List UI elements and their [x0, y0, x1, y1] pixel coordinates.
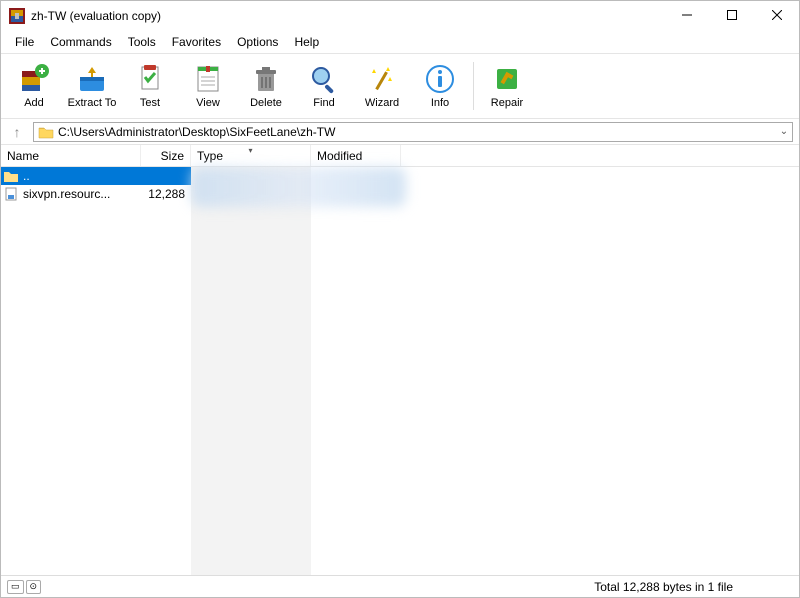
- repair-icon: [491, 63, 523, 95]
- list-header: Name Size ▾Type Modified: [1, 145, 799, 167]
- column-size[interactable]: Size: [141, 145, 191, 166]
- info-button[interactable]: Info: [411, 57, 469, 115]
- column-type[interactable]: ▾Type: [191, 145, 311, 166]
- wizard-icon: [366, 63, 398, 95]
- extract-button[interactable]: Extract To: [63, 57, 121, 115]
- pathbar: ↑ ⌄: [1, 119, 799, 145]
- menu-options[interactable]: Options: [229, 33, 286, 51]
- add-icon: [18, 63, 50, 95]
- status-disk-icon[interactable]: ▭: [7, 580, 24, 594]
- minimize-button[interactable]: [664, 1, 709, 29]
- toolbar-separator: [473, 62, 474, 110]
- file-size: 12,288: [141, 187, 191, 201]
- view-icon: [192, 63, 224, 95]
- toolbar: Add Extract To Test View Delete Find Wiz…: [1, 53, 799, 119]
- extract-icon: [76, 63, 108, 95]
- sort-indicator-icon: ▾: [248, 146, 252, 155]
- app-icon: [9, 8, 25, 24]
- statusbar: ▭ ⊙ Total 12,288 bytes in 1 file: [1, 575, 799, 597]
- maximize-button[interactable]: [709, 1, 754, 29]
- blurred-region: [191, 167, 406, 207]
- file-list[interactable]: .. sixvpn.resourc... 12,288: [1, 167, 799, 575]
- file-name: ..: [23, 169, 141, 183]
- info-icon: [424, 63, 456, 95]
- window-controls: [664, 1, 799, 31]
- add-button[interactable]: Add: [5, 57, 63, 115]
- menu-help[interactable]: Help: [286, 33, 327, 51]
- titlebar: zh-TW (evaluation copy): [1, 1, 799, 31]
- list-item-parent[interactable]: ..: [1, 167, 191, 185]
- column-modified[interactable]: Modified: [311, 145, 401, 166]
- test-button[interactable]: Test: [121, 57, 179, 115]
- menu-file[interactable]: File: [7, 33, 42, 51]
- wizard-button[interactable]: Wizard: [353, 57, 411, 115]
- menubar: File Commands Tools Favorites Options He…: [1, 31, 799, 53]
- column-name[interactable]: Name: [1, 145, 141, 166]
- find-button[interactable]: Find: [295, 57, 353, 115]
- path-combobox[interactable]: ⌄: [33, 122, 793, 142]
- view-button[interactable]: View: [179, 57, 237, 115]
- close-button[interactable]: [754, 1, 799, 29]
- menu-tools[interactable]: Tools: [120, 33, 164, 51]
- repair-button[interactable]: Repair: [478, 57, 536, 115]
- folder-up-icon: [3, 168, 19, 184]
- delete-button[interactable]: Delete: [237, 57, 295, 115]
- delete-icon: [250, 63, 282, 95]
- folder-icon: [38, 125, 54, 139]
- status-lock-icon[interactable]: ⊙: [26, 580, 42, 594]
- up-button[interactable]: ↑: [7, 122, 27, 142]
- find-icon: [308, 63, 340, 95]
- status-text: Total 12,288 bytes in 1 file: [594, 580, 733, 594]
- path-input[interactable]: [58, 125, 776, 139]
- test-icon: [134, 63, 166, 95]
- file-icon: [3, 186, 19, 202]
- window-title: zh-TW (evaluation copy): [31, 9, 161, 23]
- dropdown-arrow-icon[interactable]: ⌄: [776, 126, 792, 137]
- file-name: sixvpn.resourc...: [23, 187, 141, 201]
- menu-commands[interactable]: Commands: [42, 33, 119, 51]
- menu-favorites[interactable]: Favorites: [164, 33, 229, 51]
